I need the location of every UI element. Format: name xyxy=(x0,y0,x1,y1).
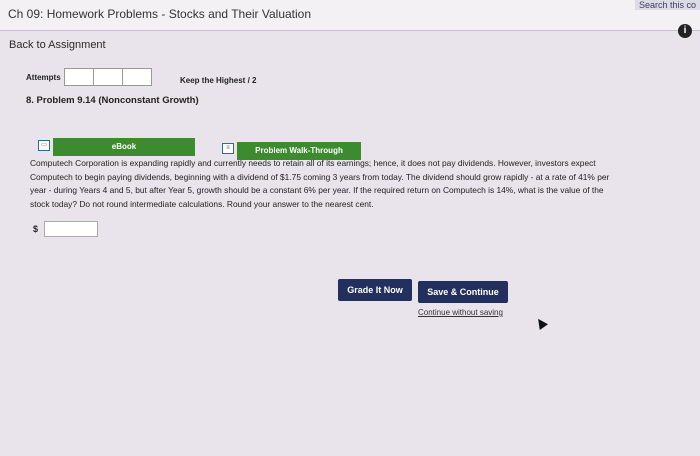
answer-input[interactable] xyxy=(44,221,99,237)
attempt-box xyxy=(121,68,152,86)
attempts-row: Attempts xyxy=(26,67,152,87)
question-line: year - during Years 4 and 5, but after Y… xyxy=(30,185,604,195)
keep-highest-label: Keep the Highest / 2 xyxy=(180,76,257,85)
answer-row: $ xyxy=(33,221,99,237)
search-link[interactable]: Search this co xyxy=(634,0,700,10)
page-title: Ch 09: Homework Problems - Stocks and Th… xyxy=(8,7,312,21)
question-line: Computech Corporation is expanding rapid… xyxy=(30,158,596,168)
attempt-box xyxy=(92,68,123,86)
title-bar: Ch 09: Homework Problems - Stocks and Th… xyxy=(0,0,700,31)
info-icon[interactable]: i xyxy=(678,24,692,38)
question-line: stock today? Do not round intermediate c… xyxy=(30,198,374,209)
mouse-cursor-icon xyxy=(534,316,548,330)
currency-symbol: $ xyxy=(33,224,39,234)
book-icon[interactable]: ▭ xyxy=(38,140,50,151)
attempt-box xyxy=(63,68,94,86)
continue-without-saving-link[interactable]: Continue without saving xyxy=(418,308,503,317)
attempts-label: Attempts xyxy=(26,72,61,82)
problem-title: 8. Problem 9.14 (Nonconstant Growth) xyxy=(26,95,199,106)
save-and-continue-button[interactable]: Save & Continue xyxy=(418,281,508,303)
question-text: Computech Corporation is expanding rapid… xyxy=(30,157,690,211)
ebook-button[interactable]: eBook xyxy=(53,138,195,156)
attempts-boxes xyxy=(63,68,152,86)
back-to-assignment-link[interactable]: Back to Assignment xyxy=(9,39,106,51)
grade-it-now-button[interactable]: Grade It Now xyxy=(338,279,412,301)
document-icon[interactable]: ≡ xyxy=(222,143,234,154)
question-line: Computech to begin paying dividends, beg… xyxy=(30,171,610,182)
